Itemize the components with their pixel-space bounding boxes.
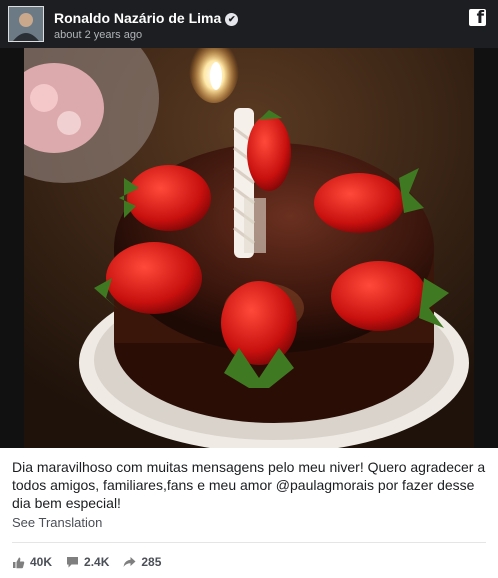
thumbs-up-icon — [13, 557, 25, 568]
author-name-text: Ronaldo Nazário de Lima — [54, 10, 222, 26]
see-translation-link[interactable]: See Translation — [12, 515, 102, 530]
share-count: 285 — [141, 555, 162, 569]
post-caption: Dia maravilhoso com muitas mensagens pel… — [12, 459, 486, 511]
comment-count: 2.4K — [84, 555, 110, 569]
author-name[interactable]: Ronaldo Nazário de Lima ✔ — [54, 10, 239, 26]
share-stat[interactable]: 285 — [123, 555, 161, 569]
post-timestamp[interactable]: about 2 years ago — [54, 29, 142, 41]
post-photo-container[interactable] — [0, 48, 498, 448]
facebook-logo-icon[interactable]: f — [469, 8, 486, 28]
post-header: Ronaldo Nazário de Lima ✔ about 2 years a… — [0, 0, 498, 48]
share-arrow-icon — [123, 557, 136, 567]
comment-bubble-icon — [67, 557, 79, 568]
like-count: 40K — [30, 555, 53, 569]
stats-divider — [12, 542, 486, 543]
post-stats: 40K 2.4K 285 — [12, 552, 175, 572]
facebook-post-embed: Ronaldo Nazário de Lima ✔ about 2 years a… — [0, 0, 498, 578]
verified-check-icon: ✔ — [225, 13, 239, 26]
comment-stat[interactable]: 2.4K — [66, 555, 109, 569]
birthday-cake-photo — [24, 48, 474, 448]
author-avatar[interactable] — [8, 6, 44, 42]
like-stat[interactable]: 40K — [12, 555, 52, 569]
